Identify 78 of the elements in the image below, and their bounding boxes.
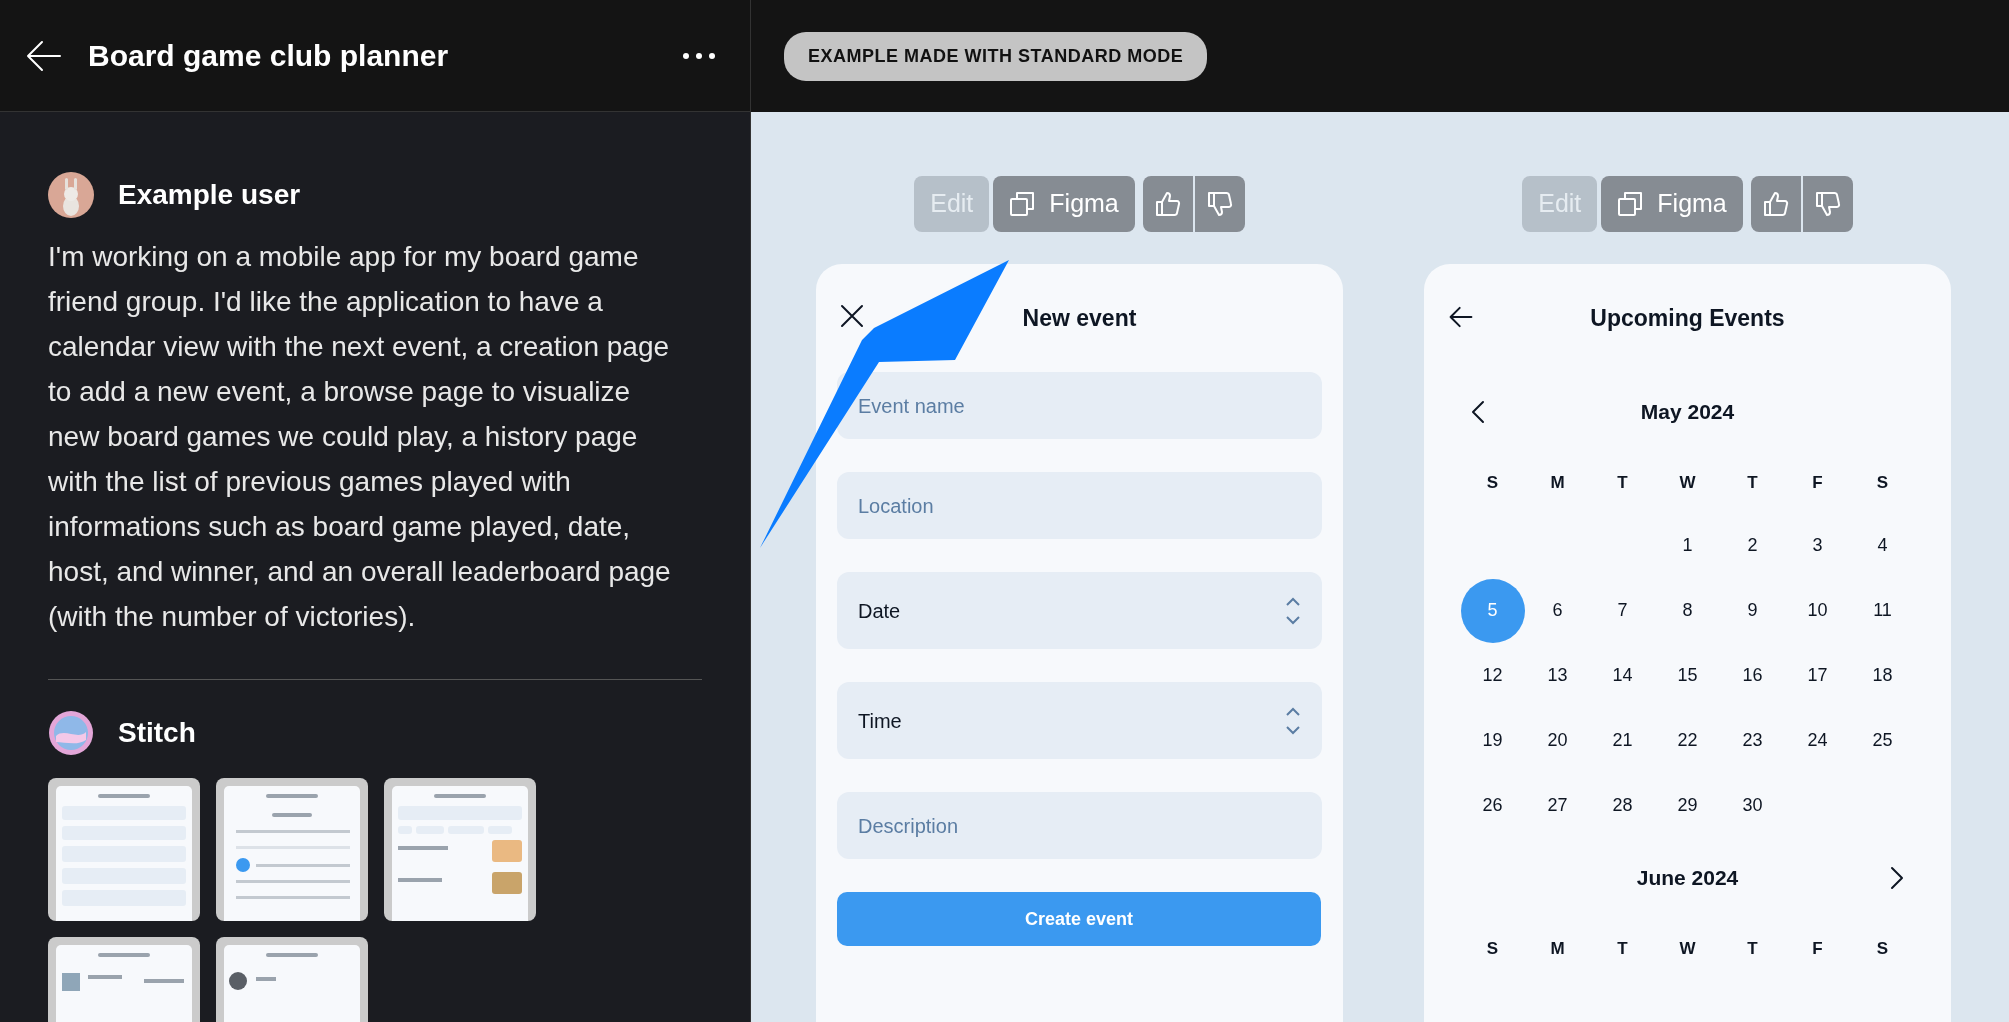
weekday-label: S: [1485, 471, 1500, 494]
thumbs-up-icon: [1154, 191, 1181, 217]
calendar-day[interactable]: 7: [1590, 578, 1655, 643]
calendar-day[interactable]: 30: [1720, 773, 1785, 838]
calendar-day[interactable]: 12: [1460, 643, 1525, 708]
weekday-label: T: [1746, 471, 1759, 494]
calendar-day[interactable]: 20: [1525, 708, 1590, 773]
copy-icon: [1009, 191, 1036, 217]
calendar-day[interactable]: 29: [1655, 773, 1720, 838]
calendar-day[interactable]: 26: [1460, 773, 1525, 838]
weekday-label: M: [1549, 937, 1566, 960]
close-button[interactable]: [840, 304, 864, 328]
calendar-day[interactable]: 22: [1655, 708, 1720, 773]
project-title: Board game club planner: [88, 38, 450, 74]
input-field[interactable]: Description: [837, 792, 1322, 859]
weekday-label: T: [1616, 471, 1629, 494]
calendar-day[interactable]: 27: [1525, 773, 1590, 838]
screen-thumbnail[interactable]: [216, 778, 368, 921]
calendar-day[interactable]: 19: [1460, 708, 1525, 773]
assistant-name: Stitch: [118, 716, 196, 750]
calendar-day[interactable]: 14: [1590, 643, 1655, 708]
calendar-day[interactable]: 9: [1720, 578, 1785, 643]
thumbs-down-icon: [1814, 191, 1841, 217]
weekday-label: T: [1746, 937, 1759, 960]
dislike-button[interactable]: [1194, 176, 1245, 232]
calendar-day[interactable]: 16: [1720, 643, 1785, 708]
user-name: Example user: [118, 178, 301, 212]
calendar-day[interactable]: 1: [1655, 513, 1720, 578]
calendar-day[interactable]: 6: [1525, 578, 1590, 643]
prompt-text: I'm working on a mobile app for my board game friend group. I'd like the application to have a calendar view with the next event, a creation page to add a new event, a browse page to visualize new board games we could play, a history page with the list of previous games played with informations such as board game played, date, host, and winner, and an overall leaderboard page (with the number of victories).: [48, 240, 672, 634]
calendar-day[interactable]: 21: [1590, 708, 1655, 773]
previous-month-button[interactable]: [1469, 400, 1487, 424]
weekday-label: S: [1875, 937, 1890, 960]
dislike-button[interactable]: [1802, 176, 1853, 232]
calendar-day[interactable]: 24: [1785, 708, 1850, 773]
back-button[interactable]: [1448, 304, 1474, 330]
weekday-label: W: [1678, 937, 1697, 960]
calendar-day[interactable]: 15: [1655, 643, 1720, 708]
calendar-day[interactable]: 23: [1720, 708, 1785, 773]
weekday-label: F: [1811, 471, 1824, 494]
chevron-up-down-icon: [1285, 705, 1301, 736]
weekday-label: S: [1485, 937, 1500, 960]
screen-thumbnail[interactable]: [384, 778, 536, 921]
weekday-label: M: [1549, 471, 1566, 494]
calendar-day[interactable]: 25: [1850, 708, 1915, 773]
calendar-day[interactable]: 17: [1785, 643, 1850, 708]
weekday-label: S: [1875, 471, 1890, 494]
input-field[interactable]: Event name: [837, 372, 1322, 439]
calendar-day[interactable]: 18: [1850, 643, 1915, 708]
screen-thumbnail[interactable]: [48, 778, 200, 921]
calendar-day[interactable]: 11: [1850, 578, 1915, 643]
calendar-day[interactable]: 13: [1525, 643, 1590, 708]
thumbs-down-icon: [1206, 191, 1233, 217]
month-title: May 2024: [1640, 399, 1735, 426]
calendar-day[interactable]: 10: [1785, 578, 1850, 643]
more-button[interactable]: [682, 51, 716, 60]
select-field[interactable]: Date: [837, 572, 1322, 649]
weekday-label: F: [1811, 937, 1824, 960]
weekday-label: W: [1678, 471, 1697, 494]
like-button[interactable]: [1142, 176, 1193, 232]
calendar-day[interactable]: 8: [1655, 578, 1720, 643]
avatar-icon: [48, 710, 94, 756]
calendar-day[interactable]: 28: [1590, 773, 1655, 838]
weekday-label: T: [1616, 937, 1629, 960]
calendar-day[interactable]: 2: [1720, 513, 1785, 578]
thumbs-up-icon: [1762, 191, 1789, 217]
mode-badge: EXAMPLE MADE WITH STANDARD MODE: [784, 31, 1208, 81]
copy-icon: [1617, 191, 1644, 217]
select-field[interactable]: Time: [837, 682, 1322, 759]
next-month-button[interactable]: [1888, 866, 1906, 890]
calendar-day[interactable]: 3: [1785, 513, 1850, 578]
month-title: June 2024: [1636, 865, 1739, 892]
calendar-day[interactable]: 4: [1850, 513, 1915, 578]
input-field[interactable]: Location: [837, 472, 1322, 539]
screen-title: Upcoming Events: [1590, 303, 1785, 333]
like-button[interactable]: [1750, 176, 1801, 232]
screen-title: New event: [1022, 303, 1137, 333]
chevron-up-down-icon: [1285, 595, 1301, 626]
